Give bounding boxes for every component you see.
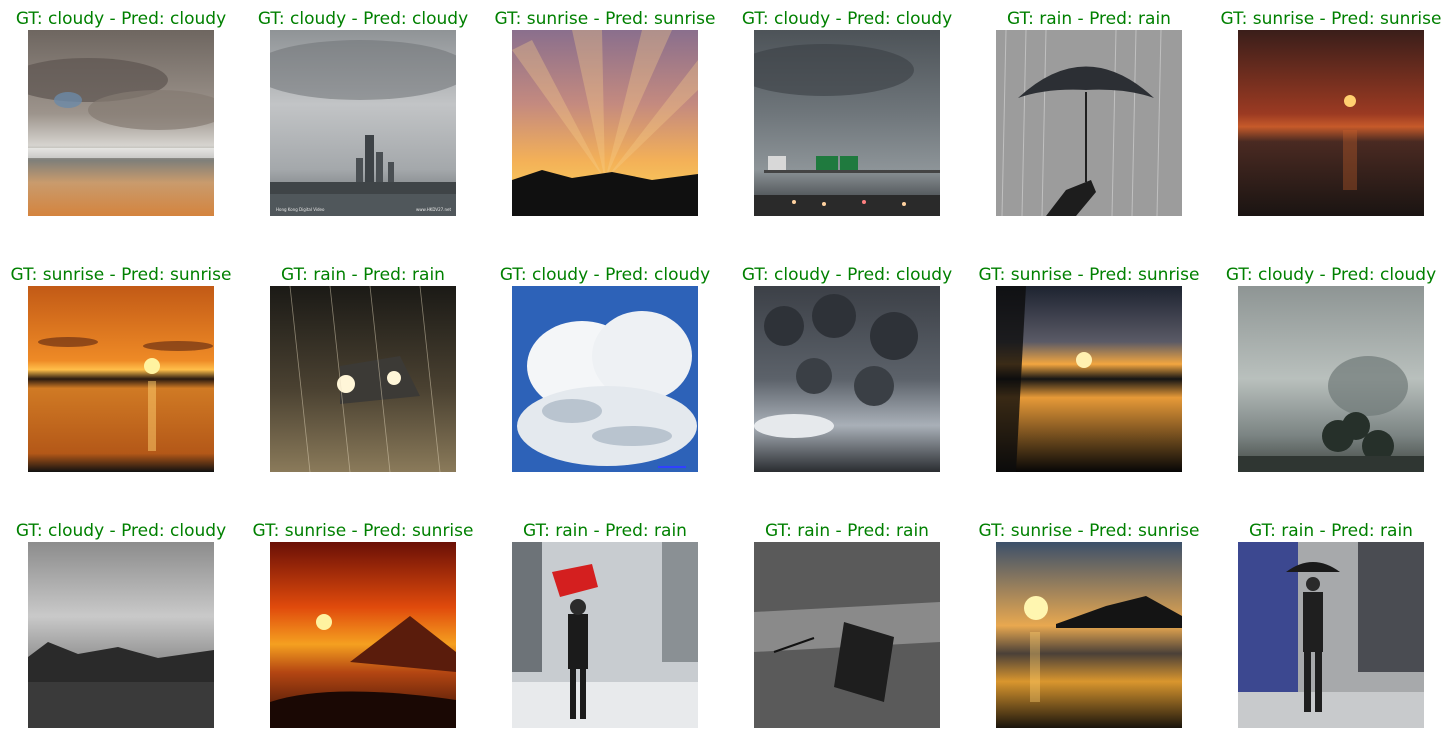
- grid-cell: GT: rain - Pred: rain: [726, 520, 968, 736]
- sunrise-rays-image: [512, 30, 698, 216]
- cloudy-white-cumulus-image: [512, 286, 698, 472]
- grid-cell: GT: rain - Pred: rain: [1210, 520, 1445, 736]
- cell-caption: GT: cloudy - Pred: cloudy: [1225, 265, 1437, 285]
- cell-caption: GT: sunrise - Pred: sunrise: [252, 521, 474, 541]
- grid-cell: GT: cloudy - Pred: cloudy: [726, 8, 968, 224]
- cell-caption: GT: rain - Pred: rain: [281, 265, 445, 285]
- cell-caption: GT: rain - Pred: rain: [1007, 9, 1171, 29]
- cell-caption: GT: sunrise - Pred: sunrise: [978, 265, 1200, 285]
- grid-cell: GT: sunrise - Pred: sunrise: [968, 520, 1210, 736]
- grid-cell: GT: sunrise - Pred: sunrise: [484, 8, 726, 224]
- sunrise-beach-image: [996, 542, 1182, 728]
- rain-umbrella-hand-image: [996, 30, 1182, 216]
- sunrise-mountain-red-image: [270, 542, 456, 728]
- cell-caption: GT: sunrise - Pred: sunrise: [978, 521, 1200, 541]
- grid-cell: GT: cloudy - Pred: cloudy: [0, 520, 242, 736]
- cloudy-city-image: Hong Kong Digital Video www.HKDV27.net: [270, 30, 456, 216]
- cell-caption: GT: rain - Pred: rain: [523, 521, 687, 541]
- rain-car-night-image: [270, 286, 456, 472]
- grid-cell: GT: sunrise - Pred: sunrise: [968, 264, 1210, 480]
- cell-caption: GT: sunrise - Pred: sunrise: [494, 9, 716, 29]
- grid-cell: GT: cloudy - Pred: cloudy: [726, 264, 968, 480]
- cloudy-bw-landscape-image: [28, 542, 214, 728]
- cell-caption: GT: cloudy - Pred: cloudy: [741, 265, 953, 285]
- cloudy-beach-image: [28, 30, 214, 216]
- grid-cell: GT: sunrise - Pred: sunrise: [242, 520, 484, 736]
- sunrise-orange-lake-image: [28, 286, 214, 472]
- grid-cell: GT: cloudy - Pred: cloudy: [484, 264, 726, 480]
- watermark-left: Hong Kong Digital Video: [276, 207, 325, 212]
- grid-cell: GT: rain - Pred: rain: [242, 264, 484, 480]
- cell-caption: GT: rain - Pred: rain: [765, 521, 929, 541]
- grid-cell: GT: rain - Pred: rain: [968, 8, 1210, 224]
- cell-caption: GT: cloudy - Pred: cloudy: [741, 9, 953, 29]
- grid-cell: GT: cloudy - Pred: cloudy Hong Kong Digi…: [242, 8, 484, 224]
- cell-caption: GT: cloudy - Pred: cloudy: [499, 265, 711, 285]
- sunrise-reflection-image: [996, 286, 1182, 472]
- cloudy-gray-tree-image: [1238, 286, 1424, 472]
- grid-cell: GT: cloudy - Pred: cloudy: [0, 8, 242, 224]
- cell-caption: GT: sunrise - Pred: sunrise: [10, 265, 232, 285]
- grid-cell: GT: sunrise - Pred: sunrise: [0, 264, 242, 480]
- rain-red-umbrella-image: [512, 542, 698, 728]
- grid-cell: GT: cloudy - Pred: cloudy: [1210, 264, 1445, 480]
- cell-caption: GT: rain - Pred: rain: [1249, 521, 1413, 541]
- rain-man-umbrella-image: [1238, 542, 1424, 728]
- cell-caption: GT: cloudy - Pred: cloudy: [15, 521, 227, 541]
- cell-caption: GT: sunrise - Pred: sunrise: [1220, 9, 1442, 29]
- cell-caption: GT: cloudy - Pred: cloudy: [15, 9, 227, 29]
- grid-cell: GT: rain - Pred: rain: [484, 520, 726, 736]
- watermark-right: www.HKDV27.net: [416, 207, 451, 212]
- cell-caption: GT: cloudy - Pred: cloudy: [257, 9, 469, 29]
- sunrise-sea-dark-image: [1238, 30, 1424, 216]
- rain-dropped-umbrella-image: [754, 542, 940, 728]
- cloudy-dark-mammatus-image: [754, 286, 940, 472]
- cloudy-highway-image: [754, 30, 940, 216]
- grid-cell: GT: sunrise - Pred: sunrise: [1210, 8, 1445, 224]
